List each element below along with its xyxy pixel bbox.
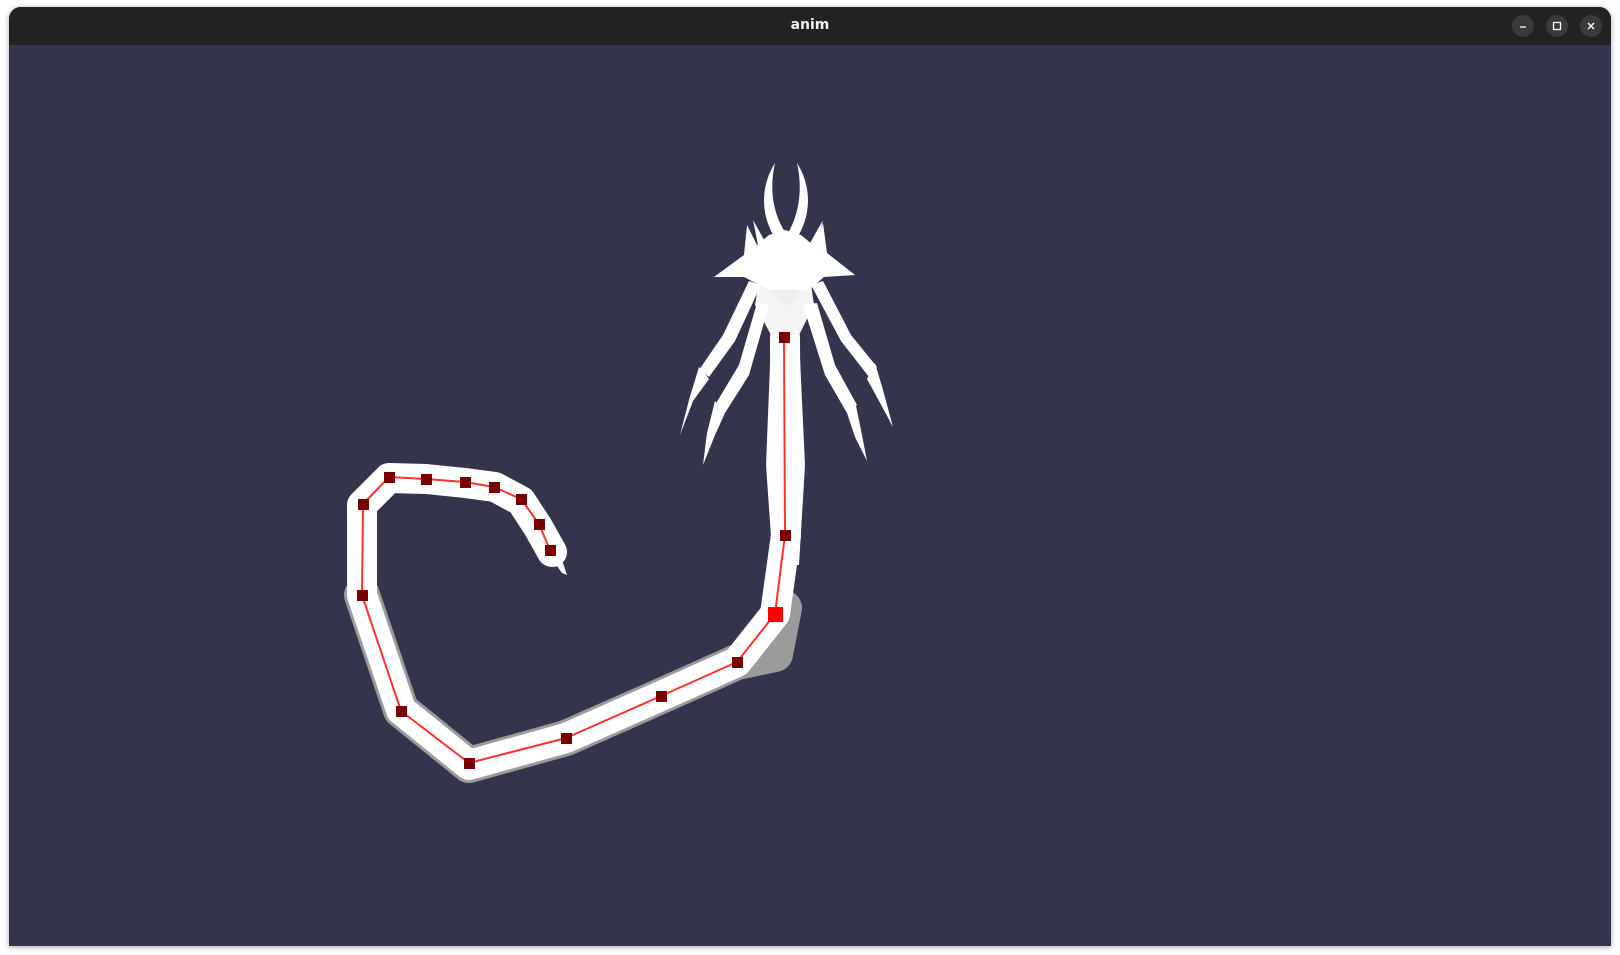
joint[interactable] — [545, 545, 556, 556]
joint[interactable] — [779, 332, 790, 343]
maximize-button[interactable] — [1546, 15, 1568, 37]
joint[interactable] — [489, 482, 500, 493]
close-button[interactable] — [1580, 15, 1602, 37]
close-icon — [1587, 22, 1595, 30]
window-title: anim — [790, 17, 830, 33]
joint[interactable] — [421, 474, 432, 485]
3d-viewport[interactable] — [9, 45, 1611, 946]
right-horn — [787, 163, 808, 241]
joint[interactable] — [656, 691, 667, 702]
joint[interactable] — [384, 472, 395, 483]
joint[interactable] — [780, 530, 791, 541]
joint[interactable] — [732, 657, 743, 668]
joint-selected[interactable] — [768, 607, 783, 622]
joint[interactable] — [534, 519, 545, 530]
joint[interactable] — [516, 494, 527, 505]
left-claw-2 — [703, 401, 725, 465]
left-claw-1 — [680, 367, 709, 435]
app-window: anim — [9, 7, 1611, 946]
joint[interactable] — [561, 733, 572, 744]
joint[interactable] — [460, 477, 471, 488]
maximize-icon — [1552, 21, 1562, 31]
joint[interactable] — [464, 758, 475, 769]
minimize-button[interactable] — [1512, 15, 1534, 37]
right-claw-1 — [867, 363, 893, 427]
joint[interactable] — [357, 590, 368, 601]
title-bar[interactable]: anim — [9, 7, 1611, 45]
scene-canvas[interactable] — [9, 45, 1611, 946]
minimize-icon — [1520, 26, 1526, 28]
left-horn — [764, 163, 787, 241]
creature-model — [344, 163, 893, 783]
joint[interactable] — [358, 499, 369, 510]
right-claw-2 — [847, 401, 867, 461]
joint[interactable] — [396, 706, 407, 717]
